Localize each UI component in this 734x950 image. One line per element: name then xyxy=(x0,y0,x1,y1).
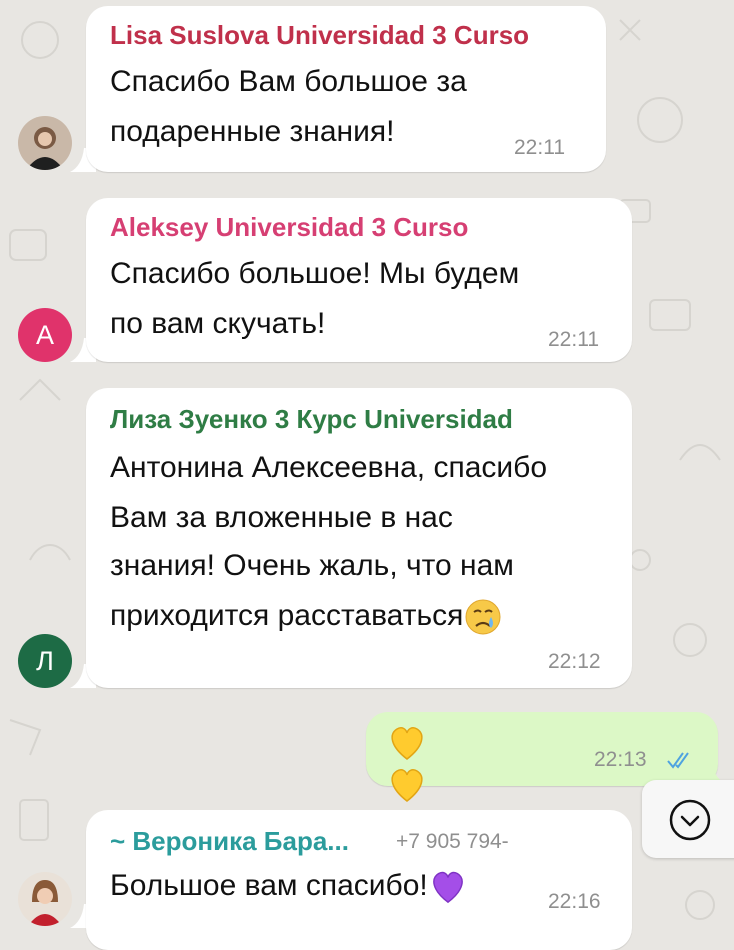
message-text-segment: Большое вам спасибо! xyxy=(110,869,428,902)
message-time: 22:13 xyxy=(594,748,647,771)
user-photo xyxy=(18,116,72,170)
message-text-line: Спасибо большое! Мы будем xyxy=(110,257,520,290)
avatar[interactable] xyxy=(18,872,72,926)
avatar[interactable]: A xyxy=(18,308,72,362)
message-text-line: по вам скучать! xyxy=(110,307,326,340)
sender-phone: +7 905 794- xyxy=(396,830,509,853)
user-photo xyxy=(18,872,72,926)
message-text-line: знания! Очень жаль, что нам xyxy=(110,549,514,582)
sender-name[interactable]: ~ Вероника Бара... xyxy=(110,826,349,857)
message-text-line: Антонина Алексеевна, спасибо xyxy=(110,451,548,484)
sender-name[interactable]: Лиза Зуенко 3 Курс Universidad xyxy=(110,404,513,435)
sender-name[interactable]: Aleksey Universidad 3 Curso xyxy=(110,212,468,243)
yellow-heart-icon xyxy=(391,769,423,802)
message-text-line: Спасибо Вам большое за xyxy=(110,65,467,98)
message-text-line: подаренные знания! xyxy=(110,115,395,148)
purple-heart-icon xyxy=(432,871,463,904)
avatar[interactable]: Л xyxy=(18,634,72,688)
message-time: 22:12 xyxy=(548,650,601,673)
message-time: 22:11 xyxy=(548,328,599,351)
avatar[interactable] xyxy=(18,116,72,170)
chevron-down-icon xyxy=(669,799,711,841)
yellow-heart-icon xyxy=(391,727,423,760)
message-time: 22:11 xyxy=(514,136,565,159)
message-text-line: Вам за вложенные в нас xyxy=(110,501,453,534)
message-text-line: приходится расставаться xyxy=(110,592,503,640)
message-text-segment: приходится расставаться xyxy=(110,599,464,632)
message-time: 22:16 xyxy=(548,890,601,913)
message-text-line: Большое вам спасибо! xyxy=(110,862,468,910)
scroll-to-bottom-button[interactable] xyxy=(642,780,734,858)
crying-face-icon xyxy=(465,599,501,635)
double-check-icon xyxy=(667,752,689,769)
sender-name[interactable]: Lisa Suslova Universidad 3 Curso xyxy=(110,20,529,51)
